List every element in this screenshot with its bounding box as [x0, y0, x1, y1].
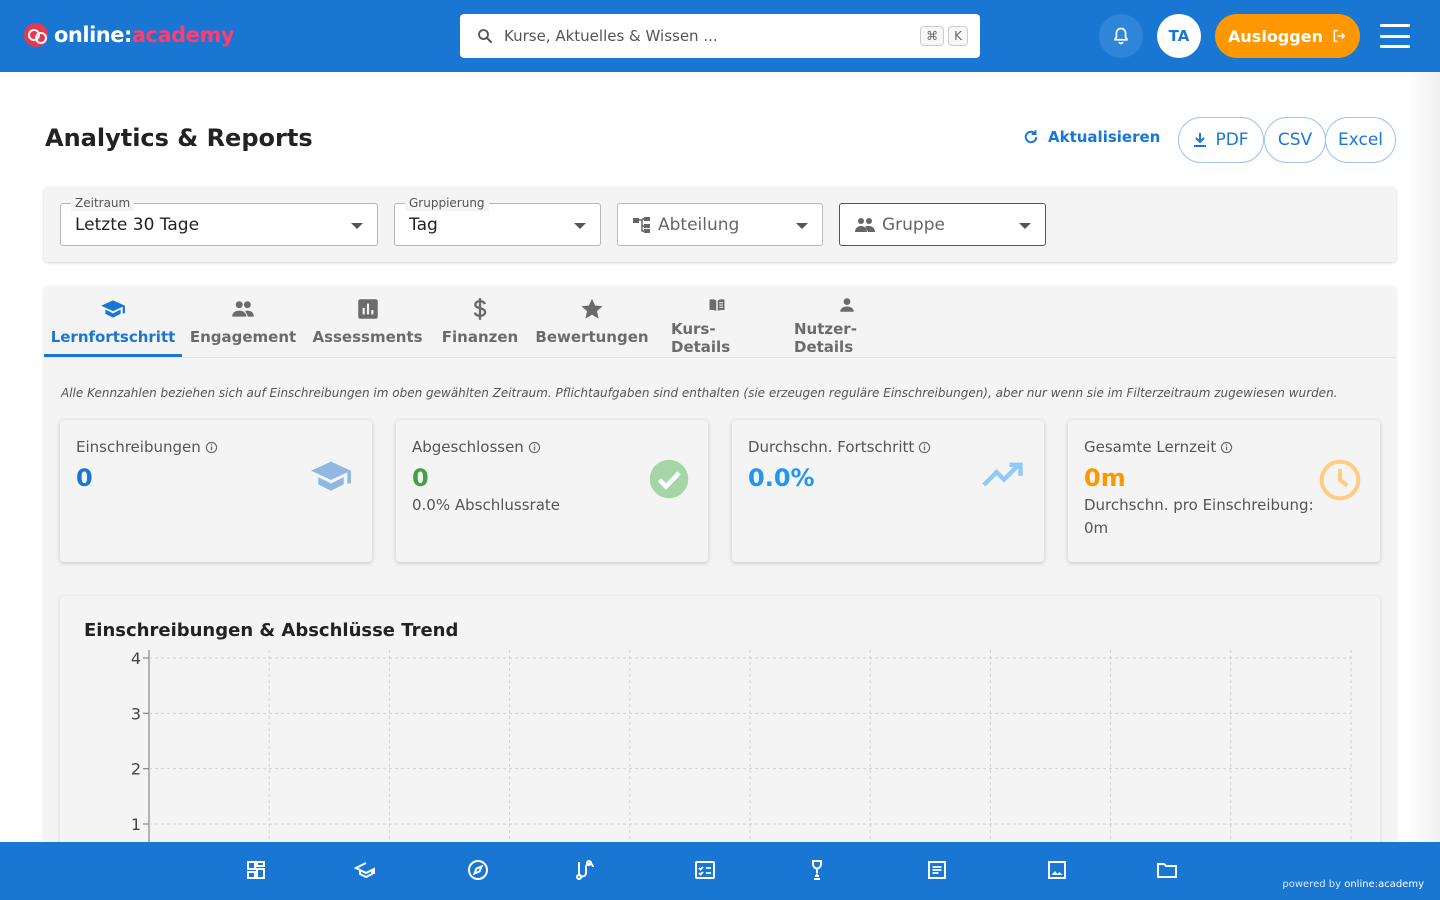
checklist-icon[interactable]: [693, 858, 717, 882]
article-icon[interactable]: [925, 858, 949, 882]
image-icon[interactable]: [1045, 858, 1069, 882]
hamburger-menu-icon[interactable]: [1380, 24, 1410, 48]
kpi-card-enrollments: Einschreibungen 0: [60, 420, 372, 562]
folder-icon[interactable]: [1155, 858, 1179, 882]
school-icon: [311, 461, 351, 491]
export-excel-button[interactable]: Excel: [1325, 117, 1396, 163]
logout-label: Ausloggen: [1228, 26, 1323, 46]
chevron-down-icon: [1019, 223, 1031, 229]
tab-bewertungen[interactable]: Bewertungen: [535, 296, 649, 356]
route-icon[interactable]: [572, 858, 596, 882]
info-note: Alle Kennzahlen beziehen sich auf Einsch…: [61, 386, 1338, 400]
logo[interactable]: online:academy: [24, 20, 235, 50]
tab-assessments[interactable]: Assessments: [312, 296, 423, 356]
refresh-label: Aktualisieren: [1048, 128, 1161, 146]
tab-divider: [44, 357, 1396, 358]
clock-icon: [1319, 459, 1361, 501]
kpi-subtext: 0.0% Abschlussrate: [412, 496, 561, 514]
kpi-value: 0.0%: [748, 464, 815, 492]
school-icon: [101, 300, 125, 318]
tab-nutzer-details[interactable]: Nutzer-Details: [794, 296, 899, 356]
book-icon: [709, 299, 725, 311]
bar-chart-icon: [357, 299, 378, 319]
grouping-select[interactable]: Gruppierung Tag: [394, 195, 601, 246]
info-icon[interactable]: [528, 441, 541, 454]
kpi-value: 0: [412, 464, 429, 492]
hierarchy-icon: [633, 216, 650, 233]
analytics-panel: Lernfortschritt Engagement Assessments F…: [44, 286, 1396, 900]
kpi-value: 0: [76, 464, 93, 492]
export-pdf-button[interactable]: PDF: [1178, 117, 1264, 163]
info-icon[interactable]: [918, 441, 931, 454]
download-icon: [1194, 133, 1207, 147]
tab-kurs-details[interactable]: Kurs-Details: [671, 296, 763, 356]
refresh-icon: [1024, 130, 1038, 144]
search-input[interactable]: [504, 27, 917, 45]
y-tick-label: 3: [131, 704, 141, 723]
bell-icon: [1114, 27, 1128, 45]
period-select[interactable]: Zeitraum Letzte 30 Tage: [60, 195, 378, 246]
logout-button[interactable]: Ausloggen: [1215, 14, 1360, 58]
logout-icon: [1333, 29, 1346, 43]
y-tick-label: 1: [131, 815, 141, 834]
group-placeholder: Gruppe: [882, 214, 945, 235]
kpi-value: 0m: [1084, 464, 1126, 492]
department-placeholder: Abteilung: [658, 214, 740, 235]
top-app-bar: online:academy ⌘ K TA Ausloggen: [0, 0, 1440, 72]
filter-bar: Zeitraum Letzte 30 Tage Gruppierung Tag …: [44, 187, 1396, 262]
y-tick-label: 4: [131, 649, 141, 668]
period-value: Letzte 30 Tage: [75, 214, 200, 235]
kbd-cmd: ⌘: [920, 26, 945, 46]
search-bar[interactable]: ⌘ K: [460, 14, 980, 58]
search-icon: [478, 29, 492, 43]
logo-text: online:academy: [54, 23, 235, 47]
kpi-card-completed: Abgeschlossen 0 0.0% Abschlussrate: [396, 420, 708, 562]
logo-mark-icon: [24, 23, 48, 47]
kbd-k: K: [948, 26, 968, 46]
star-icon: [581, 298, 603, 319]
people-icon: [232, 301, 254, 317]
chevron-down-icon: [351, 223, 363, 229]
department-select[interactable]: Abteilung: [617, 203, 823, 246]
refresh-button[interactable]: Aktualisieren: [1022, 128, 1160, 146]
compass-icon[interactable]: [466, 858, 490, 882]
y-tick-label: 2: [131, 760, 141, 779]
powered-by: powered by online:academy: [1282, 879, 1424, 890]
kpi-subtext: Durchschn. pro Einschreibung: 0m: [1084, 496, 1314, 537]
group-select[interactable]: Gruppe: [839, 203, 1046, 246]
group-icon: [855, 217, 875, 232]
grouping-label: Gruppierung: [405, 195, 489, 211]
grouping-value: Tag: [409, 214, 438, 235]
avatar[interactable]: TA: [1157, 14, 1201, 58]
check-circle-icon: [649, 459, 689, 499]
person-icon: [839, 298, 854, 312]
notifications-button[interactable]: [1099, 14, 1143, 58]
bottom-nav: powered by online:academy: [0, 842, 1440, 900]
info-icon[interactable]: [1220, 441, 1233, 454]
dashboard-icon[interactable]: [244, 858, 268, 882]
scroll-fade: [1408, 72, 1440, 842]
page-title: Analytics & Reports: [45, 124, 313, 152]
period-label: Zeitraum: [71, 195, 135, 211]
trophy-icon[interactable]: [805, 858, 829, 882]
chevron-down-icon: [574, 223, 586, 229]
dollar-icon: [473, 298, 487, 320]
active-tab-indicator: [44, 354, 182, 357]
kpi-card-avg-progress: Durchschn. Fortschritt 0.0%: [732, 420, 1044, 562]
tab-lernfortschritt[interactable]: Lernfortschritt: [51, 296, 175, 356]
tab-engagement[interactable]: Engagement: [190, 296, 296, 356]
export-csv-button[interactable]: CSV: [1264, 117, 1326, 163]
chevron-down-icon: [796, 223, 808, 229]
kpi-card-learning-time: Gesamte Lernzeit 0m Durchschn. pro Einsc…: [1068, 420, 1380, 562]
trending-up-icon: [982, 462, 1023, 487]
info-icon[interactable]: [205, 441, 218, 454]
school-icon[interactable]: [354, 858, 378, 882]
tab-finanzen[interactable]: Finanzen: [442, 296, 518, 356]
